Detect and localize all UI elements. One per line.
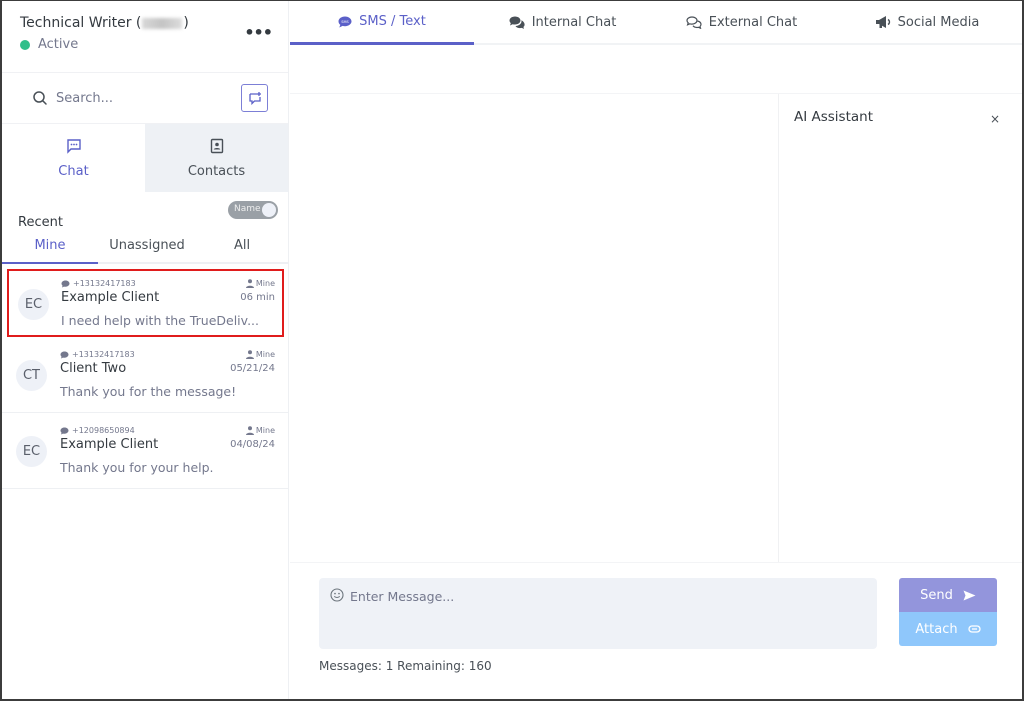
search-icon [33,91,47,105]
conversation-owner: Mine [245,279,275,288]
user-header: Technical Writer () Active ••• [2,1,288,73]
search-input[interactable] [56,90,226,106]
filter-tabs: Mine Unassigned All [2,228,288,264]
channel-tabs: SMS SMS / Text Internal Chat External Ch… [290,1,1022,45]
emoji-icon[interactable] [330,588,344,602]
tab-contacts[interactable]: Contacts [145,124,288,192]
avatar: EC [18,289,49,320]
tab-sms-text[interactable]: SMS SMS / Text [290,1,474,45]
message-counter: Messages: 1 Remaining: 160 [319,659,492,673]
filter-tab-unassigned[interactable]: Unassigned [98,228,196,262]
conversation-preview: I need help with the TrueDeliv... [61,313,260,328]
message-composer: Messages: 1 Remaining: 160 Send Attach [290,562,1022,699]
attach-button[interactable]: Attach [899,612,997,646]
conversation-owner: Mine [245,426,275,435]
conversation-list: EC +13132417183 Example Client I need he… [2,269,288,489]
message-area [290,94,779,562]
tab-external-chat[interactable]: External Chat [651,1,832,43]
toggle-label: Name [234,204,261,214]
conversation-owner: Mine [245,350,275,359]
sms-bubble-icon: SMS [338,16,352,27]
tab-chat-label: Chat [58,163,89,179]
tab-chat[interactable]: Chat [2,124,145,192]
status-dot-icon [20,39,30,50]
conversation-time: 06 min [240,292,275,303]
redacted-id [142,17,183,29]
conversation-preview: Thank you for your help. [60,460,214,475]
megaphone-icon [875,16,890,28]
comments-outline-icon [686,15,702,29]
user-icon [245,350,254,359]
conversation-name: Example Client [61,290,160,305]
new-message-icon [248,92,261,105]
conversation-item[interactable]: CT +13132417183 Client Two Thank you for… [2,337,288,413]
conversation-phone: +13132417183 [60,350,135,359]
conversation-item[interactable]: EC +13132417183 Example Client I need he… [7,269,284,337]
user-icon [245,279,254,288]
filter-tab-all[interactable]: All [196,228,288,262]
app-window: Technical Writer () Active ••• Chat [0,0,1024,701]
conversation-preview: Thank you for the message! [60,384,237,399]
chat-header [290,45,1022,94]
main-panel: SMS SMS / Text Internal Chat External Ch… [290,1,1022,699]
send-button[interactable]: Send [899,578,997,612]
conversation-phone: +13132417183 [61,279,136,288]
ai-assistant-title: AI Assistant [794,109,874,125]
svg-text:SMS: SMS [341,20,349,24]
sidebar: Technical Writer () Active ••• Chat [2,1,289,699]
tab-contacts-label: Contacts [187,163,246,179]
close-icon: × [989,112,1000,126]
conversation-name: Client Two [60,361,127,376]
sms-bubble-icon [60,350,69,359]
user-name: Technical Writer () [20,15,189,31]
chat-icon [66,138,81,154]
filter-tab-mine[interactable]: Mine [2,228,98,264]
tab-social-media[interactable]: Social Media [832,1,1022,43]
tab-internal-chat[interactable]: Internal Chat [474,1,651,43]
sms-bubble-icon [61,279,70,288]
mode-tabs: Chat Contacts [2,124,288,192]
message-box [319,578,877,649]
ai-assistant-panel: AI Assistant × [780,94,1022,562]
new-chat-button[interactable] [241,84,268,112]
avatar: CT [16,360,47,391]
comments-icon [509,16,525,29]
ellipsis-icon: ••• [244,23,273,42]
message-input[interactable] [350,586,860,606]
search-bar [2,73,288,124]
close-ai-assistant-button[interactable]: × [990,112,1000,126]
avatar: EC [16,436,47,467]
conversation-phone: +12098650894 [60,426,135,435]
toggle-knob [262,203,276,217]
contact-book-icon [210,138,223,153]
sort-by-name-toggle[interactable]: Name [228,201,278,219]
send-icon [963,590,976,600]
user-icon [245,426,254,435]
conversation-item[interactable]: EC +12098650894 Example Client Thank you… [2,413,288,489]
sms-bubble-icon [60,426,69,435]
conversation-name: Example Client [60,437,159,452]
status-label: Active [38,37,79,52]
conversation-time: 04/08/24 [230,439,275,450]
paperclip-icon [967,625,981,633]
user-status[interactable]: Active [20,37,270,52]
conversation-time: 05/21/24 [230,363,275,374]
more-options-button[interactable]: ••• [244,23,273,42]
